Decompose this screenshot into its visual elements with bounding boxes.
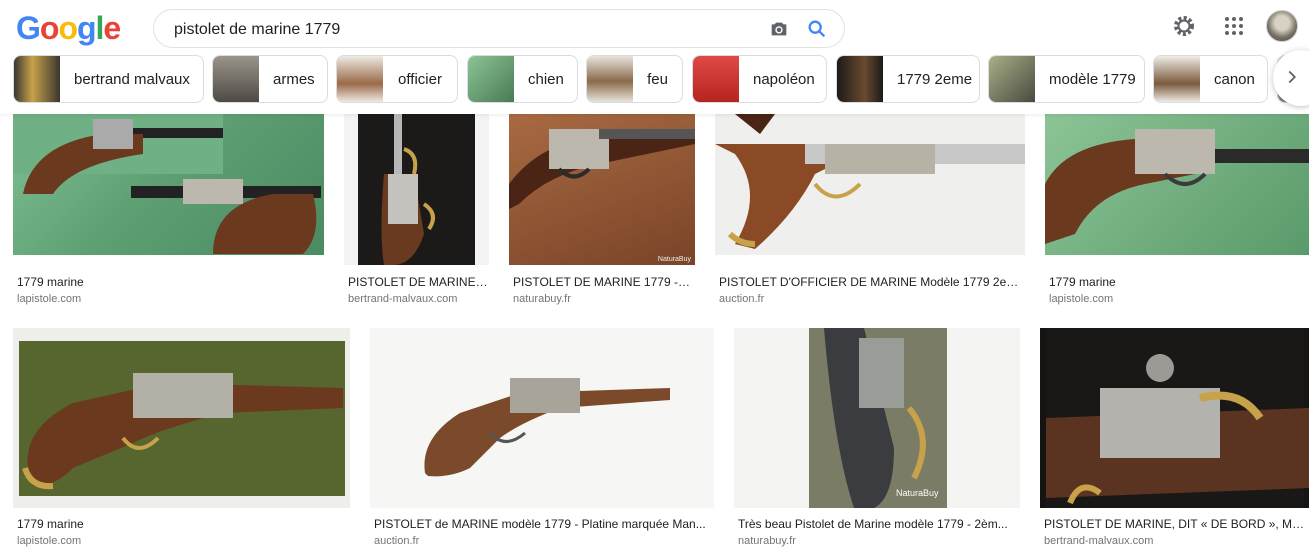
pistol-image — [13, 114, 321, 254]
chip-armes[interactable]: armes — [212, 55, 328, 103]
camera-icon[interactable] — [768, 18, 790, 40]
pistol-image — [424, 378, 670, 477]
chip-thumbnail — [213, 56, 259, 102]
chip-canon[interactable]: canon — [1153, 55, 1268, 103]
pistol-image — [809, 328, 947, 508]
naturabuy-watermark: NaturaBuy — [896, 488, 939, 498]
pistol-image — [715, 114, 1025, 249]
search-box[interactable]: pistolet de marine 1779 — [153, 9, 845, 48]
chip-thumbnail — [837, 56, 883, 102]
avatar[interactable] — [1266, 10, 1298, 42]
chip-thumbnail — [337, 56, 383, 102]
result-source[interactable]: bertrand-malvaux.com — [1044, 535, 1153, 547]
pistol-image — [358, 114, 475, 265]
result-image[interactable] — [13, 328, 350, 508]
chip-bertrand-malvaux[interactable]: bertrand malvaux — [13, 55, 204, 103]
result-image[interactable] — [1045, 114, 1309, 255]
chip-label: feu — [647, 70, 668, 88]
chip-thumbnail — [693, 56, 739, 102]
chip-napoleon[interactable]: napoléon — [692, 55, 827, 103]
chip-thumbnail — [1154, 56, 1200, 102]
result-image[interactable] — [1040, 328, 1309, 508]
chip-label: chien — [528, 70, 564, 88]
pistol-image — [509, 129, 695, 209]
chip-thumbnail — [989, 56, 1035, 102]
result-title[interactable]: PISTOLET DE MARINE 1779 - ... — [513, 275, 691, 289]
chip-thumbnail — [14, 56, 60, 102]
result-source[interactable]: bertrand-malvaux.com — [348, 293, 457, 305]
chip-label: canon — [1214, 70, 1255, 88]
result-source[interactable]: naturabuy.fr — [738, 535, 796, 547]
result-source[interactable]: auction.fr — [374, 535, 419, 547]
result-title[interactable]: 1779 marine — [17, 517, 347, 531]
chip-chien[interactable]: chien — [467, 55, 578, 103]
chip-thumbnail — [587, 56, 633, 102]
result-source[interactable]: lapistole.com — [17, 535, 81, 547]
chip-officier[interactable]: officier — [336, 55, 458, 103]
result-image[interactable] — [715, 114, 1025, 255]
result-image[interactable]: NaturaBuy — [734, 328, 1020, 508]
result-title[interactable]: PISTOLET D'OFFICIER DE MARINE Modèle 177… — [719, 275, 1021, 289]
result-title[interactable]: Très beau Pistolet de Marine modèle 1779… — [738, 517, 1016, 531]
result-source[interactable]: lapistole.com — [1049, 293, 1113, 305]
result-title[interactable]: 1779 marine — [1049, 275, 1304, 289]
pistol-image — [1046, 328, 1309, 508]
chip-modele-1779[interactable]: modèle 1779 — [988, 55, 1145, 103]
chip-label: 1779 2eme — [897, 70, 973, 88]
top-bar: Google pistolet de marine 1779 bertrand … — [0, 0, 1309, 114]
result-title[interactable]: PISTOLET DE MARINE, DIT « DE BORD », MOD… — [1044, 517, 1306, 531]
chip-1779-2eme[interactable]: 1779 2eme — [836, 55, 980, 103]
search-input[interactable]: pistolet de marine 1779 — [174, 21, 340, 39]
chip-label: armes — [273, 70, 315, 88]
chip-label: napoléon — [753, 70, 815, 88]
result-source[interactable]: auction.fr — [719, 293, 764, 305]
chip-label: bertrand malvaux — [74, 70, 190, 88]
chevron-right-icon — [1288, 70, 1297, 84]
naturabuy-watermark: NaturaBuy — [657, 256, 691, 263]
result-title[interactable]: 1779 marine — [17, 275, 317, 289]
result-title[interactable]: PISTOLET de MARINE modèle 1779 - Platine… — [374, 517, 710, 531]
result-image[interactable] — [13, 114, 324, 255]
result-title[interactable]: PISTOLET DE MARINE, ... — [348, 275, 488, 289]
result-image[interactable] — [370, 328, 714, 508]
pistol-image — [19, 341, 345, 496]
result-source[interactable]: naturabuy.fr — [513, 293, 571, 305]
result-source[interactable]: lapistole.com — [17, 293, 81, 305]
chip-feu[interactable]: feu — [586, 55, 683, 103]
related-searches-chips: bertrand malvaux armes officier chien fe… — [13, 55, 1309, 103]
result-image[interactable]: NaturaBuy — [509, 114, 695, 265]
result-image[interactable] — [344, 114, 489, 265]
chip-label: modèle 1779 — [1049, 70, 1136, 88]
apps-grid-icon[interactable] — [1222, 14, 1246, 38]
chip-label: officier — [398, 70, 442, 88]
gear-icon[interactable] — [1172, 14, 1196, 38]
pistol-image — [1045, 129, 1309, 244]
search-icon[interactable] — [806, 18, 828, 40]
google-logo[interactable]: Google — [16, 10, 121, 47]
chip-thumbnail — [468, 56, 514, 102]
